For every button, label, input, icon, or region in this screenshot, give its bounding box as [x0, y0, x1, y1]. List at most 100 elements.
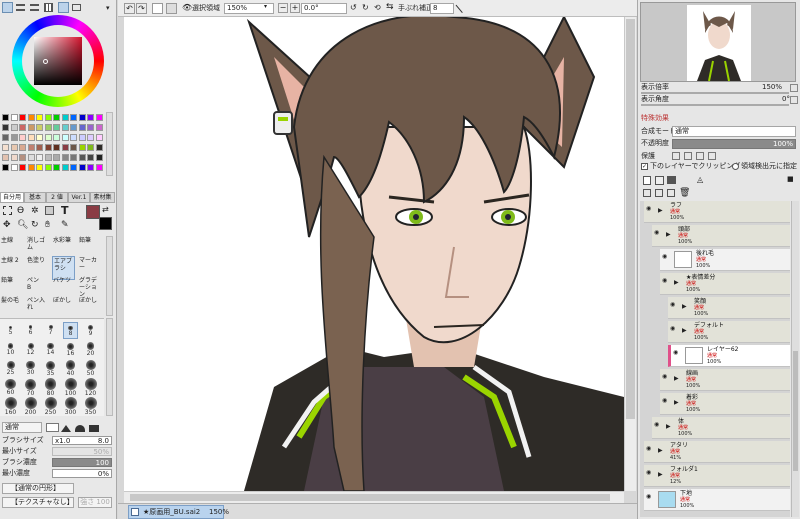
color-swatch[interactable] — [2, 114, 9, 121]
vertical-scroll-thumb[interactable] — [626, 19, 635, 419]
folder-expand-icon[interactable]: ▶ — [666, 423, 671, 430]
brush-size-cell[interactable]: 20 — [83, 341, 98, 358]
brush-size-cell[interactable]: 50 — [83, 360, 98, 377]
color-swatch[interactable] — [36, 124, 43, 131]
opacity-slider[interactable]: 100% — [672, 139, 796, 149]
color-swatch[interactable] — [95, 144, 103, 151]
brush-size-cell[interactable]: 30 — [23, 360, 38, 377]
color-swatch[interactable] — [10, 164, 18, 171]
color-swatch[interactable] — [27, 114, 35, 121]
color-swatch[interactable] — [2, 134, 9, 141]
color-swatch[interactable] — [78, 164, 86, 171]
panel-menu-icon[interactable]: ▾ — [106, 4, 110, 12]
brush-shape-select[interactable]: 【通常の円形】 — [2, 483, 74, 494]
special-effects-label[interactable]: 特殊効果 — [641, 114, 669, 123]
brush-size-cell[interactable]: 35 — [43, 360, 58, 377]
drawing-canvas[interactable] — [124, 17, 624, 491]
shape-button-4[interactable] — [89, 425, 99, 432]
show-selection-icon[interactable]: 👁︎ — [182, 3, 192, 12]
color-swatch[interactable] — [70, 144, 77, 151]
color-swatch[interactable] — [70, 124, 77, 131]
protect-move-icon[interactable] — [696, 152, 704, 160]
horizontal-scroll-thumb[interactable] — [130, 494, 610, 501]
color-swatch[interactable] — [61, 154, 69, 161]
new-pen-layer-icon[interactable] — [655, 176, 664, 185]
layer-row[interactable]: ◉ ▶ ★表情差分 通常 100% — [660, 273, 790, 295]
navigator-preview[interactable] — [640, 2, 796, 82]
line-tool-icon[interactable] — [455, 0, 470, 14]
select-source-radio[interactable] — [732, 163, 739, 170]
delete-layer-icon[interactable]: 🗑︎ — [679, 188, 690, 198]
brush-size-cell[interactable]: 6 — [23, 322, 38, 339]
layer-row[interactable]: ◉ ▶ 笑顔 通常 100% — [668, 297, 790, 319]
color-swatch[interactable] — [10, 144, 18, 151]
layer-row[interactable]: ◉ ▶ 線画 通常 100% — [660, 369, 790, 391]
min-density-slider[interactable]: 0% — [52, 469, 112, 478]
saturation-value-square[interactable] — [34, 37, 82, 85]
color-swatch[interactable] — [19, 134, 26, 141]
color-swatch[interactable] — [87, 164, 94, 171]
zoom-reset-button[interactable] — [790, 84, 798, 92]
folder-expand-icon[interactable]: ▶ — [658, 447, 663, 454]
color-swatch[interactable] — [44, 114, 52, 121]
color-swatch[interactable] — [36, 144, 43, 151]
flip-horizontal-icon[interactable]: ⇆ — [386, 2, 394, 12]
color-swatch[interactable] — [19, 164, 26, 171]
brush-size-cell[interactable]: 16 — [63, 341, 78, 358]
redo-icon[interactable]: ↷ — [136, 3, 147, 14]
zoom-slider[interactable] — [641, 92, 789, 94]
color-swatch[interactable] — [87, 154, 94, 161]
color-swatch[interactable] — [53, 124, 60, 131]
layer-visibility-icon[interactable]: ◉ — [673, 349, 682, 356]
brush-size-cell[interactable]: 7 — [43, 322, 58, 339]
brush-size-cell[interactable]: 160 — [3, 397, 18, 416]
rgb-slider-icon[interactable] — [16, 4, 25, 11]
layer-visibility-icon[interactable]: ◉ — [646, 469, 655, 476]
color-swatch[interactable] — [95, 154, 103, 161]
color-swatch[interactable] — [95, 134, 103, 141]
color-swatch[interactable] — [36, 134, 43, 141]
color-swatch[interactable] — [53, 114, 60, 121]
tab-sozai[interactable]: 素材集 — [90, 192, 115, 203]
canvas-horizontal-scrollbar[interactable] — [124, 491, 624, 503]
brush-size-cell[interactable]: 100 — [63, 378, 78, 397]
brush-size-cell[interactable]: 250 — [43, 397, 58, 416]
tab-ver1[interactable]: Ver.1 — [68, 192, 90, 203]
undo-icon[interactable]: ↶ — [124, 3, 135, 14]
color-swatch[interactable] — [78, 114, 86, 121]
color-swatch[interactable] — [10, 154, 18, 161]
blend-mode-select[interactable]: 通常 — [672, 126, 796, 137]
selection-pen-icon[interactable] — [45, 206, 54, 215]
color-swatch[interactable] — [44, 144, 52, 151]
layer-list-scrollbar[interactable] — [791, 201, 799, 517]
layer-visibility-icon[interactable]: ◉ — [654, 421, 663, 428]
tab-jibun[interactable]: 自分用 — [0, 192, 24, 203]
mixer-icon[interactable] — [72, 4, 81, 11]
layer-visibility-icon[interactable]: ◉ — [662, 277, 671, 284]
brush-tool-12[interactable]: 髪の毛 — [0, 296, 23, 320]
folder-expand-icon[interactable]: ▶ — [682, 303, 687, 310]
layer-row[interactable]: ◉ ▶ アタリ 通常 41% — [644, 441, 790, 463]
color-swatch[interactable] — [19, 124, 26, 131]
folder-expand-icon[interactable]: ▶ — [658, 471, 663, 478]
color-swatch[interactable] — [61, 124, 69, 131]
color-swatch[interactable] — [78, 154, 86, 161]
color-swatch[interactable] — [27, 124, 35, 131]
color-swatch[interactable] — [87, 134, 94, 141]
folder-expand-icon[interactable]: ▶ — [682, 327, 687, 334]
color-swatch[interactable] — [27, 164, 35, 171]
color-swatch[interactable] — [36, 114, 43, 121]
protect-transparency-icon[interactable] — [672, 152, 680, 160]
rotate-right-icon[interactable]: ↻ — [362, 3, 369, 12]
color-swatch[interactable] — [61, 164, 69, 171]
brush-tool-13[interactable]: ペン入れ — [26, 296, 49, 320]
color-swatch[interactable] — [95, 124, 103, 131]
color-swatch[interactable] — [27, 154, 35, 161]
color-swatch[interactable] — [78, 144, 86, 151]
tool-scrollbar[interactable] — [106, 236, 113, 316]
deselect-icon[interactable] — [152, 3, 163, 14]
color-swatch[interactable] — [61, 134, 69, 141]
shape-button-3[interactable] — [75, 425, 85, 432]
zoom-dropdown-icon[interactable]: ▾ — [264, 3, 267, 10]
brush-size-cell[interactable]: 25 — [3, 360, 18, 377]
